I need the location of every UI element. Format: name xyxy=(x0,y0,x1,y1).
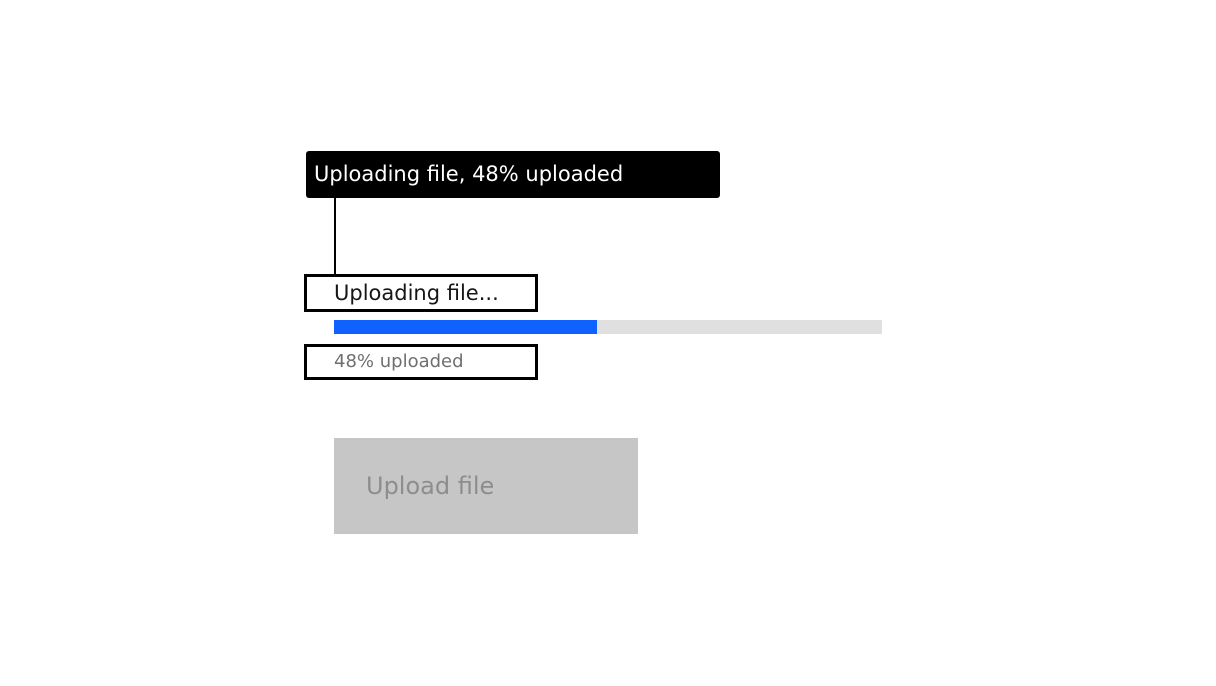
screen-reader-announcement-tooltip: Uploading file, 48% uploaded xyxy=(306,151,720,198)
upload-file-button[interactable]: Upload file xyxy=(334,438,638,534)
annotation-connector-line xyxy=(334,198,336,276)
progress-helper-text: 48% uploaded xyxy=(334,351,464,372)
progress-bar-fill xyxy=(334,320,598,334)
tooltip-text: Uploading file, 48% uploaded xyxy=(314,162,624,186)
progress-bar-track xyxy=(334,320,882,334)
progress-label: Uploading file... xyxy=(334,281,499,305)
